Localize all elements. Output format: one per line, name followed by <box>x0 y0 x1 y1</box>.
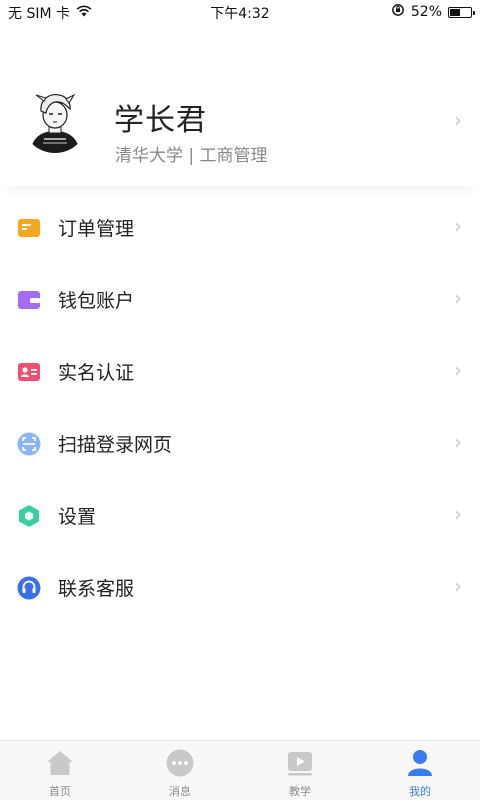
scan-icon <box>17 432 41 456</box>
menu-item-orders[interactable]: 订单管理 › <box>0 190 480 262</box>
menu-item-label: 联系客服 <box>58 578 135 600</box>
tab-label: 消息 <box>169 785 191 798</box>
tab-home[interactable]: 首页 <box>0 741 120 801</box>
chevron-right-icon: › <box>454 108 462 132</box>
profile-header[interactable]: 学长君 清华大学 | 工商管理 › <box>0 24 480 186</box>
chevron-right-icon: › <box>454 286 462 310</box>
avatar[interactable] <box>22 87 88 153</box>
order-icon <box>17 216 41 240</box>
home-icon <box>45 748 75 778</box>
tab-mine[interactable]: 我的 <box>360 741 480 801</box>
settings-icon <box>17 504 41 528</box>
chevron-right-icon: › <box>454 574 462 598</box>
profile-subtitle: 清华大学 | 工商管理 <box>115 146 268 166</box>
person-icon <box>405 748 435 778</box>
menu-item-real-name-verification[interactable]: 实名认证 › <box>0 334 480 406</box>
menu-item-settings[interactable]: 设置 › <box>0 478 480 550</box>
menu-item-label: 钱包账户 <box>58 290 135 312</box>
tab-label: 教学 <box>289 785 311 798</box>
chevron-right-icon: › <box>454 502 462 526</box>
menu-list: 订单管理 › 钱包账户 › 实名认证 › 扫描登录网页 › 设置 › 联系客服 … <box>0 190 480 622</box>
wallet-icon <box>17 288 41 312</box>
menu-item-label: 扫描登录网页 <box>58 434 173 456</box>
menu-item-scan-login[interactable]: 扫描登录网页 › <box>0 406 480 478</box>
customer-service-icon <box>17 576 41 600</box>
status-bar: 无 SIM 卡 下午4:32 52% <box>0 0 480 24</box>
tab-label: 首页 <box>49 785 71 798</box>
play-icon <box>285 748 315 778</box>
tab-label: 我的 <box>409 785 431 798</box>
menu-item-label: 实名认证 <box>58 362 135 384</box>
menu-item-label: 设置 <box>58 506 97 528</box>
battery-percent: 52% <box>410 4 442 20</box>
chevron-right-icon: › <box>454 358 462 382</box>
chevron-right-icon: › <box>454 214 462 238</box>
tab-teaching[interactable]: 教学 <box>240 741 360 801</box>
chevron-right-icon: › <box>454 430 462 454</box>
menu-item-wallet[interactable]: 钱包账户 › <box>0 262 480 334</box>
tab-messages[interactable]: 消息 <box>120 741 240 801</box>
message-icon <box>165 748 195 778</box>
battery-icon <box>448 6 475 18</box>
orientation-lock-icon <box>391 3 405 21</box>
menu-item-contact-support[interactable]: 联系客服 › <box>0 550 480 622</box>
tab-bar: 首页 消息 教学 我的 <box>0 740 480 800</box>
profile-name: 学长君 <box>114 103 207 138</box>
menu-item-label: 订单管理 <box>58 218 135 240</box>
id-card-icon <box>17 360 41 384</box>
